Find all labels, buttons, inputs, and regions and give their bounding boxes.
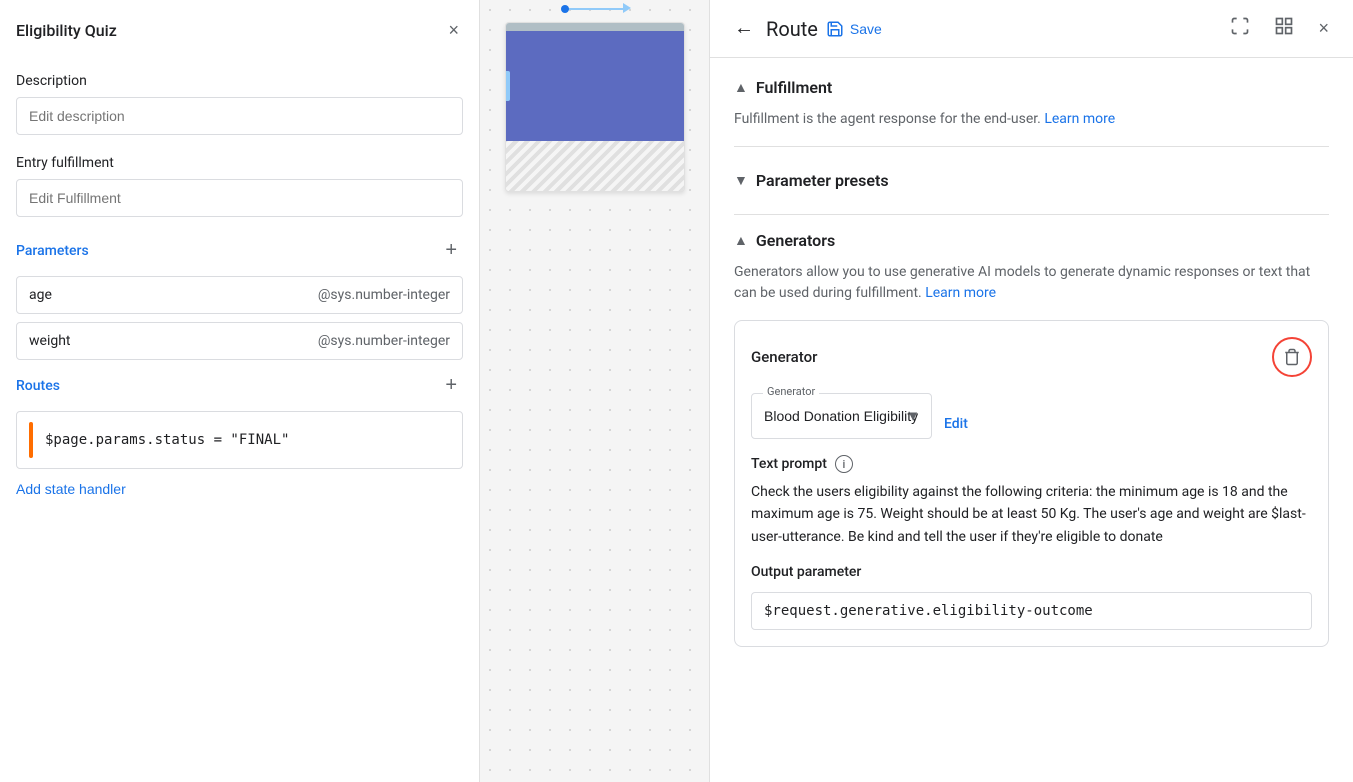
text-prompt-label: Text prompt: [751, 456, 827, 472]
divider-1: [734, 146, 1329, 147]
generator-select-label: Generator: [763, 385, 819, 398]
right-panel: ← Route Save: [710, 0, 1353, 782]
param-type-weight: @sys.number-integer: [318, 333, 450, 349]
header-actions: ×: [1226, 12, 1333, 45]
generators-collapse-icon[interactable]: ▲: [734, 232, 748, 249]
back-button[interactable]: ←: [730, 13, 758, 44]
close-panel-button[interactable]: ×: [444, 16, 463, 45]
canvas-card-header: [506, 23, 684, 31]
header-left: ← Route Save: [730, 13, 882, 44]
parameters-label: Parameters: [16, 243, 89, 259]
add-route-button[interactable]: +: [439, 372, 463, 399]
close-right-panel-button[interactable]: ×: [1314, 14, 1333, 43]
entry-fulfillment-label: Entry fulfillment: [16, 155, 463, 171]
canvas-card: [505, 22, 685, 192]
param-name-age: age: [29, 287, 52, 303]
route-item[interactable]: $page.params.status = "FINAL": [16, 411, 463, 469]
connector-line: [565, 8, 625, 10]
param-row-age: age @sys.number-integer: [16, 276, 463, 314]
routes-label: Routes: [16, 378, 60, 394]
generator-card: Generator Generator Blood Donation Eligi…: [734, 320, 1329, 647]
route-indicator: [29, 422, 33, 458]
generator-select-wrapper: Generator Blood Donation Eligibility ▼: [751, 393, 932, 439]
parameters-section-row: Parameters +: [16, 237, 463, 264]
text-prompt-header: Text prompt i: [751, 455, 1312, 473]
generator-select[interactable]: Blood Donation Eligibility: [751, 393, 932, 439]
add-state-handler-button[interactable]: Add state handler: [16, 477, 126, 501]
parameter-presets-header: ▼ Parameter presets: [734, 163, 1329, 198]
divider-2: [734, 214, 1329, 215]
add-parameter-button[interactable]: +: [439, 237, 463, 264]
generators-header: ▲ Generators: [734, 231, 1329, 250]
fulfillment-header: ▲ Fulfillment: [734, 78, 1329, 97]
edit-generator-link[interactable]: Edit: [944, 416, 968, 432]
save-button[interactable]: Save: [826, 20, 882, 38]
description-input[interactable]: [16, 97, 463, 135]
right-panel-header: ← Route Save: [710, 0, 1353, 58]
left-panel: Eligibility Quiz × Description Entry ful…: [0, 0, 480, 782]
param-row-weight: weight @sys.number-integer: [16, 322, 463, 360]
route-title: Route: [766, 17, 818, 41]
routes-list: $page.params.status = "FINAL": [16, 411, 463, 469]
param-presets-collapse-icon[interactable]: ▼: [734, 172, 748, 189]
save-icon: [826, 20, 844, 38]
delete-generator-button[interactable]: [1272, 337, 1312, 377]
route-condition: $page.params.status = "FINAL": [45, 432, 289, 448]
fulfillment-collapse-icon[interactable]: ▲: [734, 79, 748, 96]
grid-button[interactable]: [1270, 12, 1298, 45]
fulfillment-title: Fulfillment: [756, 78, 832, 97]
fulfillment-learn-more[interactable]: Learn more: [1044, 111, 1115, 127]
right-content: ▲ Fulfillment Fulfillment is the agent r…: [710, 58, 1353, 667]
generator-card-title: Generator: [751, 348, 817, 366]
entry-fulfillment-input[interactable]: [16, 179, 463, 217]
fullscreen-button[interactable]: [1226, 12, 1254, 45]
panel-title: Eligibility Quiz: [16, 21, 117, 40]
routes-section-row: Routes +: [16, 372, 463, 399]
panel-header: Eligibility Quiz ×: [16, 16, 463, 53]
output-param-label: Output parameter: [751, 564, 1312, 580]
parameters-list: age @sys.number-integer weight @sys.numb…: [16, 276, 463, 360]
middle-canvas: [480, 0, 710, 782]
parameter-presets-title: Parameter presets: [756, 171, 889, 190]
fullscreen-icon: [1230, 16, 1250, 36]
generator-card-header: Generator: [751, 337, 1312, 377]
generators-description: Generators allow you to use generative A…: [734, 262, 1329, 304]
info-icon[interactable]: i: [835, 455, 853, 473]
generators-title: Generators: [756, 231, 835, 250]
connector-dot: [561, 5, 569, 13]
trash-icon: [1283, 348, 1301, 366]
canvas-card-side: [505, 71, 510, 101]
canvas-card-footer: [506, 141, 684, 191]
param-type-age: @sys.number-integer: [318, 287, 450, 303]
save-label: Save: [850, 21, 882, 37]
canvas-card-body: [506, 31, 684, 141]
text-prompt-content: Check the users eligibility against the …: [751, 481, 1312, 548]
connector-area: [565, 8, 625, 14]
connector-arrow: [623, 3, 631, 13]
grid-icon: [1274, 16, 1294, 36]
param-name-weight: weight: [29, 333, 71, 349]
output-param-input[interactable]: [751, 592, 1312, 630]
generator-select-row: Generator Blood Donation Eligibility ▼ E…: [751, 393, 1312, 455]
generators-learn-more[interactable]: Learn more: [925, 285, 996, 301]
description-label: Description: [16, 73, 463, 89]
fulfillment-description: Fulfillment is the agent response for th…: [734, 109, 1329, 130]
